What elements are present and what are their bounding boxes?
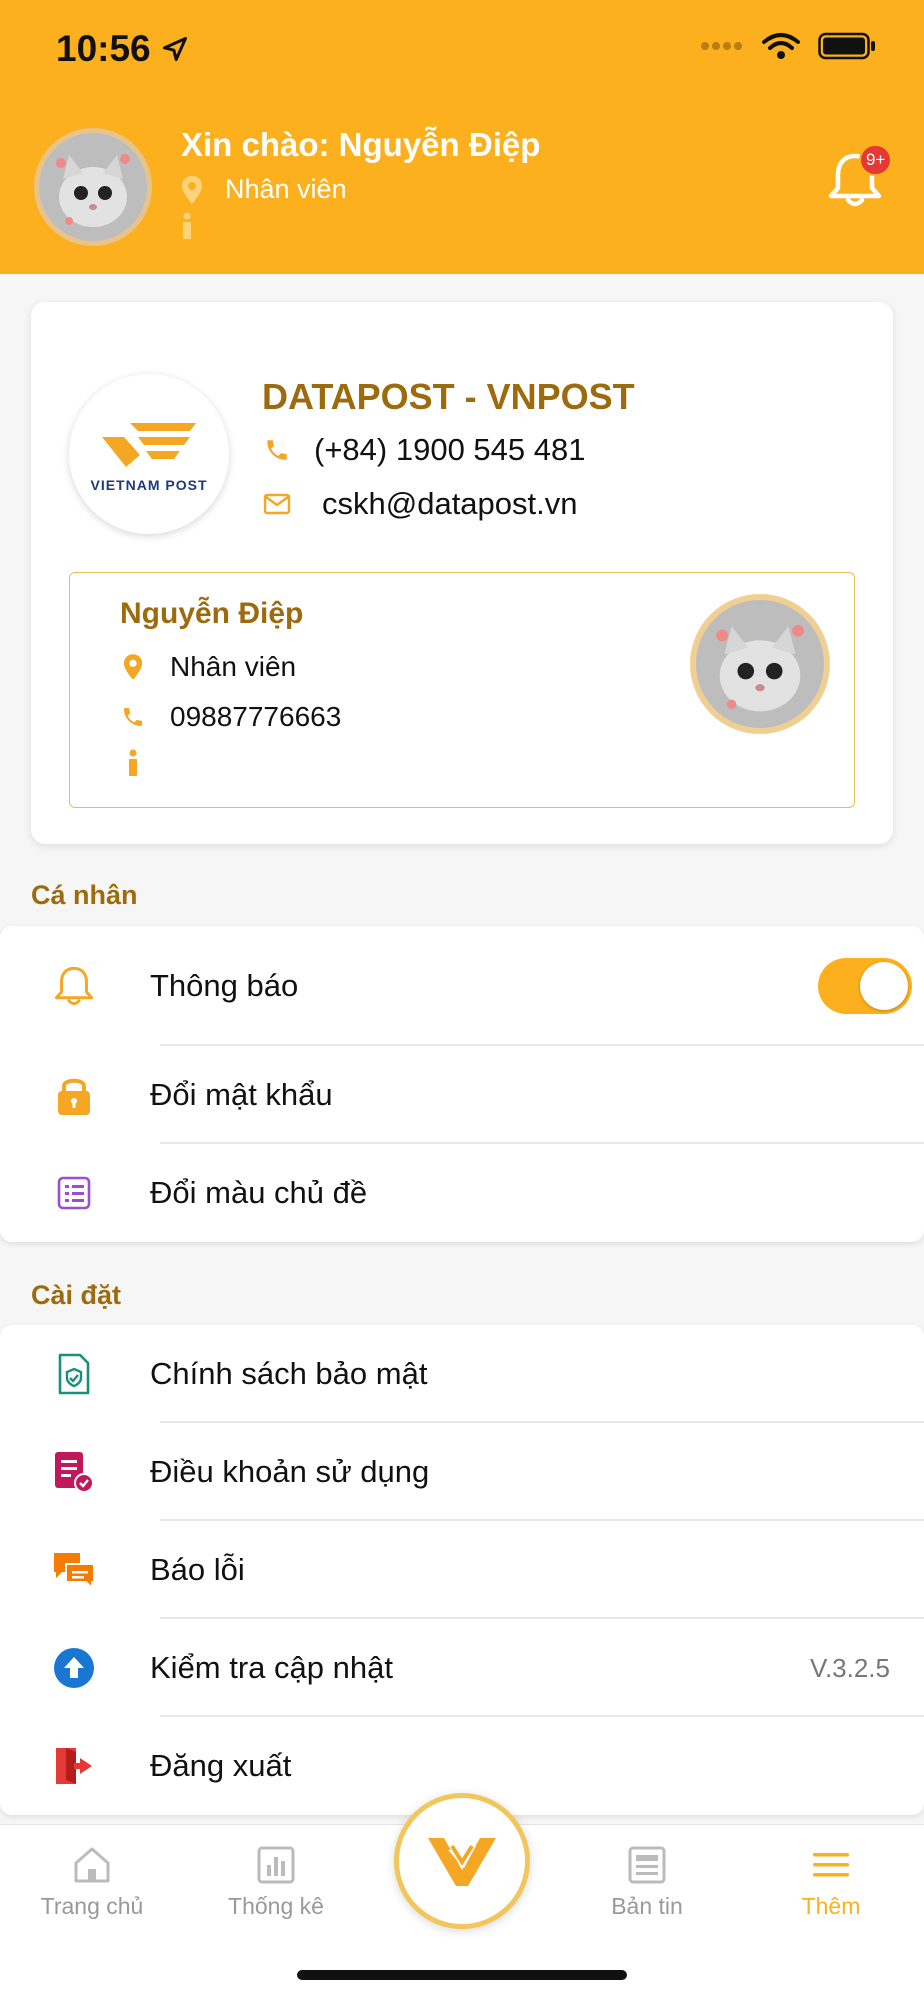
section-title-settings: Cài đặt — [31, 1280, 122, 1310]
app-version: V.3.2.5 — [809, 1652, 890, 1683]
lock-icon — [58, 1078, 90, 1115]
header-role-text: Nhân viên — [225, 174, 347, 204]
settings-menu: Chính sách bảo mật Điều khoản sử dụng Bá… — [0, 1325, 924, 1815]
tab-statistics[interactable]: Thống kê — [201, 1845, 351, 1920]
personal-menu: Thông báo Đổi mật khẩu Đổi màu chủ đề — [0, 926, 924, 1242]
notifications-toggle[interactable] — [818, 958, 912, 1014]
logout-icon — [56, 1748, 92, 1784]
company-card: VIETNAM POST DATAPOST - VNPOST (+84) 190… — [31, 302, 893, 844]
logo-text: VIETNAM POST — [90, 477, 208, 493]
employee-phone-row: 09887776663 — [120, 701, 341, 733]
status-indicators — [700, 32, 876, 60]
employee-avatar[interactable] — [690, 594, 830, 734]
company-logo: VIETNAM POST — [69, 374, 229, 534]
company-phone-row[interactable]: (+84) 1900 545 481 — [262, 432, 585, 468]
menu-label: Đăng xuất — [150, 1748, 292, 1783]
news-icon — [628, 1846, 666, 1884]
employee-phone: 09887776663 — [170, 701, 342, 732]
menu-item-check-update[interactable]: Kiểm tra cập nhật V.3.2.5 — [0, 1619, 924, 1717]
app-header: 10:56 Xin chào: Nguyễn Điệp Nhân viên 9+ — [0, 0, 924, 274]
signal-icon — [701, 42, 742, 50]
mail-icon — [263, 493, 291, 515]
employee-name: Nguyễn Điệp — [120, 597, 304, 630]
header-role: Nhân viên — [181, 174, 347, 205]
greeting-text: Xin chào: Nguyễn Điệp — [181, 126, 541, 163]
cat-avatar-icon — [696, 600, 824, 728]
home-indicator — [297, 1970, 627, 1980]
location-arrow-icon — [162, 36, 187, 62]
list-icon — [57, 1176, 91, 1210]
notification-button[interactable]: 9+ — [826, 144, 893, 210]
company-email: cskh@datapost.vn — [322, 486, 578, 521]
section-title-personal: Cá nhân — [31, 880, 138, 910]
tab-home[interactable]: Trang chủ — [17, 1845, 167, 1920]
menu-label: Báo lỗi — [150, 1552, 245, 1587]
home-icon — [74, 1847, 110, 1883]
phone-icon — [267, 440, 287, 460]
notification-badge: 9+ — [859, 144, 893, 176]
user-avatar[interactable] — [34, 128, 152, 246]
chat-icon — [54, 1553, 95, 1590]
menu-item-terms[interactable]: Điều khoản sử dụng — [0, 1423, 924, 1521]
tab-label: Trang chủ — [40, 1893, 144, 1919]
shield-document-icon — [58, 1353, 90, 1395]
menu-label: Thông báo — [150, 968, 299, 1003]
toggle-knob — [860, 962, 908, 1010]
info-icon — [129, 749, 137, 776]
bell-icon — [54, 966, 94, 1006]
info-icon — [183, 212, 191, 239]
menu-item-privacy-policy[interactable]: Chính sách bảo mật — [0, 1325, 924, 1423]
menu-label: Chính sách bảo mật — [150, 1356, 428, 1391]
tab-more[interactable]: Thêm — [756, 1845, 906, 1920]
menu-label: Kiểm tra cập nhật — [150, 1650, 393, 1685]
vietnam-post-logo-icon — [102, 423, 196, 467]
cat-avatar-icon — [39, 133, 147, 241]
tab-news[interactable]: Bản tin — [572, 1845, 722, 1920]
menu-icon — [813, 1853, 849, 1877]
location-pin-icon — [182, 175, 202, 204]
menu-label: Đổi màu chủ đề — [150, 1175, 368, 1210]
app-logo-icon — [428, 1838, 496, 1886]
upload-icon — [54, 1648, 94, 1688]
menu-item-notifications[interactable]: Thông báo — [0, 926, 924, 1046]
wifi-icon — [762, 33, 800, 59]
menu-item-report-bug[interactable]: Báo lỗi — [0, 1521, 924, 1619]
employee-role: Nhân viên — [170, 651, 297, 682]
tab-label: Bản tin — [611, 1893, 683, 1919]
company-name: DATAPOST - VNPOST — [262, 376, 635, 417]
chart-icon — [257, 1846, 295, 1884]
employee-info-row — [120, 749, 170, 777]
menu-label: Đổi mật khẩu — [150, 1077, 333, 1112]
status-time-text: 10:56 — [56, 28, 151, 69]
phone-icon — [124, 708, 142, 726]
status-time: 10:56 — [56, 28, 189, 70]
terms-icon — [55, 1452, 94, 1493]
battery-icon — [818, 32, 875, 60]
menu-item-change-password[interactable]: Đổi mật khẩu — [0, 1046, 924, 1144]
tab-label: Thống kê — [228, 1893, 324, 1919]
center-home-button[interactable] — [394, 1793, 530, 1929]
menu-item-change-theme[interactable]: Đổi màu chủ đề — [0, 1144, 924, 1242]
menu-label: Điều khoản sử dụng — [150, 1454, 430, 1489]
employee-role-row: Nhân viên — [120, 651, 296, 683]
header-info — [181, 212, 193, 245]
tab-label: Thêm — [801, 1893, 861, 1919]
company-phone: (+84) 1900 545 481 — [314, 432, 586, 467]
company-email-row[interactable]: cskh@datapost.vn — [262, 486, 578, 522]
location-pin-icon — [123, 654, 143, 680]
